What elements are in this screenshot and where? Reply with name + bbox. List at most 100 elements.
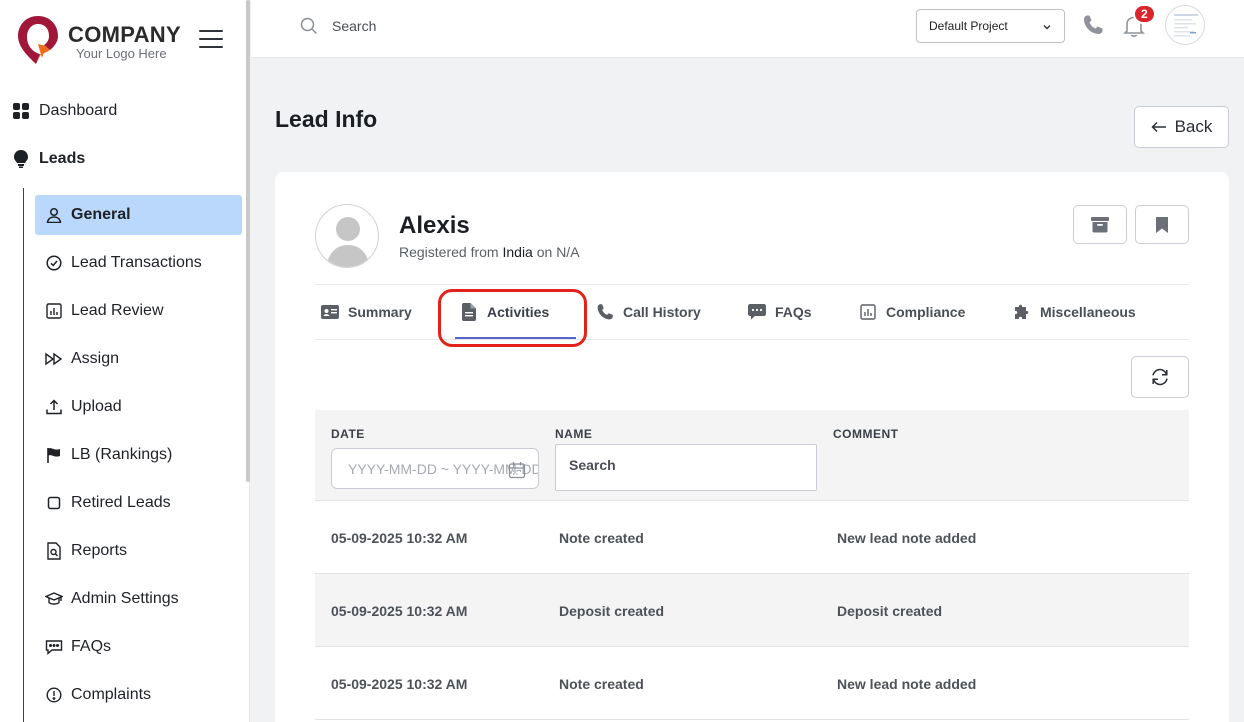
calendar-icon	[508, 462, 526, 479]
sidebar-item-assign[interactable]: Assign	[35, 339, 242, 379]
date-range-filter[interactable]: YYYY-MM-DD ~ YYYY-MM-DD	[331, 448, 539, 489]
table-header: DATE NAME COMMENT YYYY-MM-DD ~ YYYY-MM-D…	[315, 410, 1189, 501]
column-header-name: NAME	[555, 427, 593, 441]
table-row: 05-09-2025 10:32 AM Note created New lea…	[315, 647, 1189, 720]
row-comment: New lead note added	[837, 530, 977, 546]
sidebar-item-lead-transactions[interactable]: Lead Transactions	[35, 243, 242, 283]
lead-avatar	[315, 204, 379, 268]
lightbulb-icon	[12, 150, 30, 168]
sidebar-item-complaints[interactable]: Complaints	[35, 675, 242, 715]
sidebar: COMPANY Your Logo Here Dashboard Leads G…	[0, 0, 250, 722]
sidebar-item-label: Lead Review	[71, 302, 164, 319]
top-bar: Search Default Project 2	[251, 0, 1244, 58]
info-circle-icon	[45, 686, 63, 704]
bar-chart-icon	[45, 302, 63, 320]
search-icon[interactable]	[300, 17, 318, 35]
fast-forward-icon	[45, 350, 63, 368]
comment-icon	[747, 303, 767, 321]
bookmark-button[interactable]	[1135, 205, 1189, 244]
id-card-icon	[320, 303, 340, 321]
tab-call-history[interactable]: Call History	[595, 285, 701, 339]
sidebar-item-lead-review[interactable]: Lead Review	[35, 291, 242, 331]
graduation-cap-icon	[45, 590, 63, 608]
sidebar-item-label: LB (Rankings)	[71, 446, 173, 463]
back-button-label: Back	[1174, 117, 1213, 136]
project-select-value: Default Project	[929, 19, 1008, 33]
tab-activities[interactable]: Activities	[459, 285, 549, 339]
sidebar-item-upload[interactable]: Upload	[35, 387, 242, 427]
sidebar-item-label: Complaints	[71, 686, 152, 703]
row-date: 05-09-2025 10:32 AM	[331, 530, 468, 546]
row-name: Note created	[559, 530, 644, 546]
archive-button[interactable]	[1073, 205, 1127, 244]
active-tab-indicator	[455, 337, 576, 339]
tab-miscellaneous[interactable]: Miscellaneous	[1012, 285, 1136, 339]
tab-label: Call History	[623, 304, 701, 320]
back-button[interactable]: Back	[1134, 106, 1229, 148]
arrow-left-icon	[1151, 121, 1167, 133]
sidebar-item-label: Upload	[71, 398, 122, 415]
tab-compliance[interactable]: Compliance	[858, 285, 965, 339]
row-date: 05-09-2025 10:32 AM	[331, 603, 468, 619]
sidebar-item-label: Leads	[39, 150, 86, 167]
avatar-thumbnail-icon	[1174, 14, 1198, 37]
tab-label: Miscellaneous	[1040, 304, 1136, 320]
search-input[interactable]: Search	[332, 18, 376, 34]
project-select[interactable]: Default Project	[916, 9, 1065, 43]
lead-country: India	[502, 244, 533, 260]
tab-label: Summary	[348, 304, 412, 320]
sidebar-item-lb-rankings[interactable]: LB (Rankings)	[35, 435, 242, 475]
registered-date: on N/A	[536, 244, 580, 260]
logo-pin-icon	[18, 16, 58, 64]
sidebar-item-label: Assign	[71, 350, 120, 367]
lead-card: Alexis Registered from India on N/A Summ…	[275, 172, 1229, 722]
lead-registration: Registered from India on N/A	[399, 244, 580, 260]
user-avatar[interactable]	[1165, 5, 1205, 45]
tab-faqs[interactable]: FAQs	[747, 285, 812, 339]
row-comment: New lead note added	[837, 676, 977, 692]
sidebar-item-label: Reports	[71, 542, 128, 559]
sidebar-item-label: Lead Transactions	[71, 254, 202, 271]
menu-toggle-icon[interactable]	[199, 30, 223, 48]
logo-subtitle: Your Logo Here	[76, 46, 167, 61]
bookmark-icon	[1156, 216, 1168, 233]
logo-title: COMPANY	[68, 22, 181, 47]
chat-icon	[45, 638, 63, 656]
sidebar-item-label: FAQs	[71, 638, 112, 655]
puzzle-icon	[1012, 303, 1032, 321]
tab-label: Compliance	[886, 304, 966, 320]
table-row: 05-09-2025 10:32 AM Deposit created Depo…	[315, 574, 1189, 647]
person-silhouette-icon	[326, 217, 370, 267]
chevron-down-icon	[1043, 25, 1051, 30]
name-filter-input[interactable]: Search	[555, 444, 817, 491]
tabs-divider-bottom	[315, 339, 1189, 340]
square-icon	[45, 494, 63, 512]
table-row: 05-09-2025 10:32 AM Note created New lea…	[315, 501, 1189, 574]
check-circle-icon	[45, 254, 63, 272]
phone-icon[interactable]	[1082, 14, 1104, 36]
tab-label: FAQs	[775, 304, 812, 320]
sidebar-item-dashboard[interactable]: Dashboard	[0, 91, 246, 131]
phone-icon	[595, 303, 615, 321]
column-header-comment: COMMENT	[833, 427, 899, 441]
page-title: Lead Info	[275, 106, 378, 132]
document-search-icon	[45, 542, 63, 560]
grid-icon	[12, 102, 30, 120]
row-comment: Deposit created	[837, 603, 943, 619]
bar-chart-icon	[858, 303, 878, 321]
sidebar-item-faqs[interactable]: FAQs	[35, 627, 242, 667]
lead-name: Alexis	[399, 212, 470, 239]
column-header-date: DATE	[331, 427, 365, 441]
file-text-icon	[459, 303, 479, 321]
sidebar-item-reports[interactable]: Reports	[35, 531, 242, 571]
tab-summary[interactable]: Summary	[320, 285, 412, 339]
notification-badge: 2	[1133, 4, 1156, 24]
sidebar-item-general[interactable]: General	[35, 195, 242, 235]
sidebar-scrollbar[interactable]	[246, 0, 250, 482]
sidebar-item-label: Dashboard	[39, 102, 118, 119]
sidebar-item-retired-leads[interactable]: Retired Leads	[35, 483, 242, 523]
sidebar-item-admin-settings[interactable]: Admin Settings	[35, 579, 242, 619]
refresh-button[interactable]	[1131, 356, 1189, 398]
archive-icon	[1091, 216, 1109, 232]
sidebar-item-leads[interactable]: Leads	[0, 139, 246, 179]
